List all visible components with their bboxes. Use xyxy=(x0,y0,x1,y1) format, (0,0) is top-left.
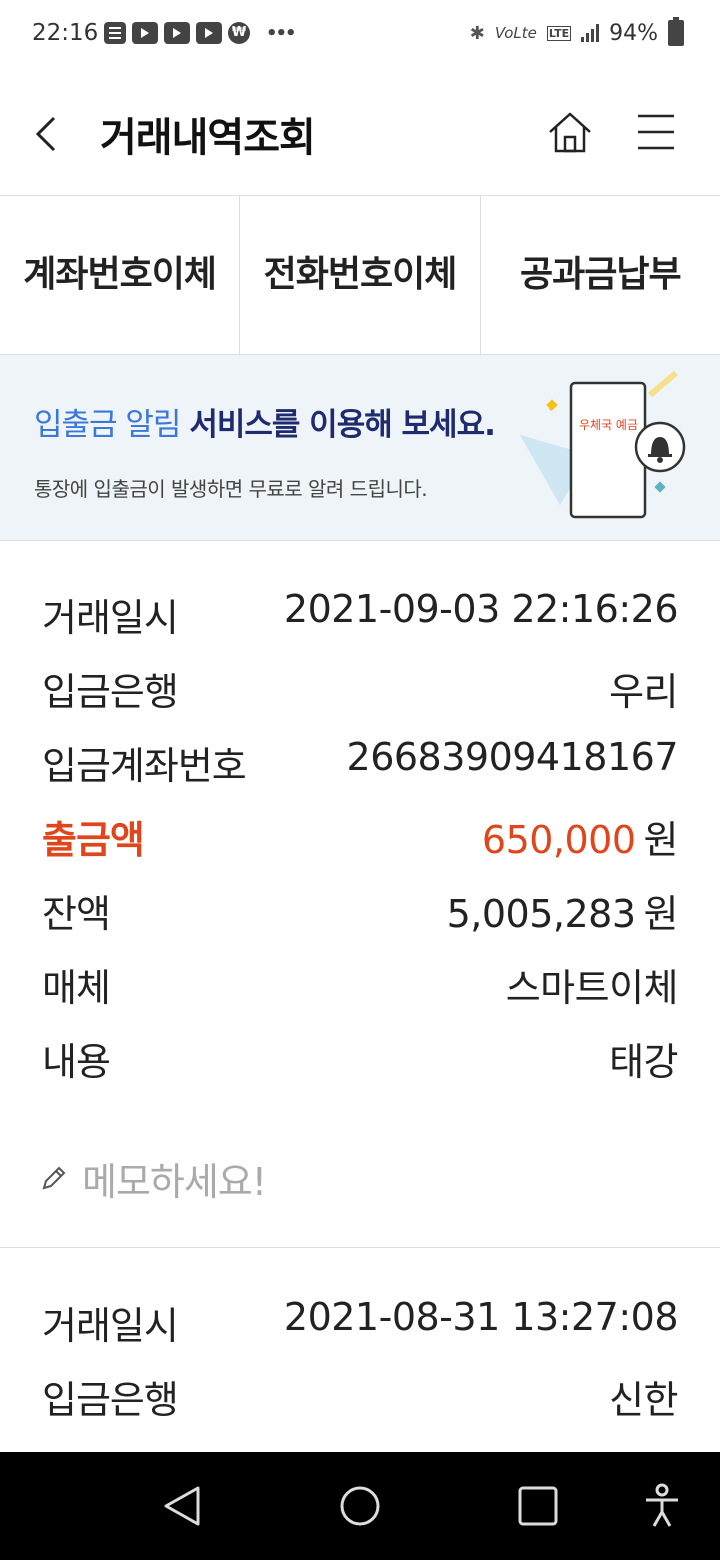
date-value: 2021-08-31 13:27:08 xyxy=(283,1295,679,1339)
bank-label: 입금은행 xyxy=(42,1378,179,1422)
lte-icon: LTE xyxy=(546,25,572,41)
balance-label: 잔액 xyxy=(42,892,111,936)
menu-button[interactable] xyxy=(636,112,676,152)
won-notification-icon: ₩ xyxy=(228,22,250,44)
balance-unit: 원 xyxy=(643,892,679,936)
menu-icon xyxy=(638,114,674,150)
account-transfer-button[interactable]: 계좌번호이체 xyxy=(0,196,241,354)
deposit-account-row: 입금계좌번호 26683909418167 xyxy=(42,735,679,788)
bank-value: 우리 xyxy=(609,670,678,714)
status-time: 22:16 xyxy=(32,20,99,46)
balance-row: 잔액 5,005,283 원 xyxy=(42,883,679,936)
volte-icon: VoLte xyxy=(494,24,537,42)
memo-button[interactable]: 메모하세요! xyxy=(40,1153,267,1204)
amount-number: 650,000 xyxy=(481,818,636,862)
date-value: 2021-09-03 22:16:26 xyxy=(283,587,679,631)
youtube-notification-icon xyxy=(164,22,190,44)
account-value: 26683909418167 xyxy=(346,735,679,779)
home-button[interactable] xyxy=(546,108,594,156)
date-label: 거래일시 xyxy=(42,1304,179,1348)
more-notifications-icon: ••• xyxy=(266,22,296,44)
notification-icons: ₩ ••• xyxy=(104,22,296,44)
youtube-notification-icon xyxy=(132,22,158,44)
transaction-divider xyxy=(0,1247,720,1248)
battery-icon xyxy=(668,17,684,46)
date-label: 거래일시 xyxy=(42,596,179,640)
medium-value: 스마트이체 xyxy=(505,966,679,1010)
utility-payment-button[interactable]: 공과금납부 xyxy=(481,196,720,354)
content-row: 내용 태강 xyxy=(42,1031,678,1084)
withdrawal-amount-row: 출금액 650,000 원 xyxy=(42,809,679,862)
bluetooth-icon: ✱ xyxy=(469,22,485,44)
content-label: 내용 xyxy=(42,1040,111,1084)
nav-back-icon[interactable] xyxy=(156,1480,208,1532)
nav-recents-icon[interactable] xyxy=(512,1480,564,1532)
message-notification-icon xyxy=(104,22,126,44)
phone-bell-illustration: 우체국 예금 xyxy=(520,370,686,519)
page-title: 거래내역조회 xyxy=(100,115,316,161)
banner-subtext: 통장에 입출금이 발생하면 무료로 알려 드립니다. xyxy=(34,477,428,501)
youtube-notification-icon xyxy=(196,22,222,44)
status-bar: 22:16 ₩ ••• ✱ VoLte LTE 94% xyxy=(0,0,720,72)
status-indicators: ✱ VoLte LTE 94% xyxy=(469,17,684,46)
accessibility-icon[interactable] xyxy=(636,1480,688,1532)
banner-headline-light: 입출금 알림 xyxy=(34,407,190,443)
phone-label: 우체국 예금 xyxy=(579,418,638,432)
transaction-date-row: 거래일시 2021-09-03 22:16:26 xyxy=(42,587,679,640)
signal-icon xyxy=(581,24,600,42)
deposit-bank-row: 입금은행 신한 xyxy=(42,1369,678,1422)
bank-value: 신한 xyxy=(609,1378,678,1422)
nav-home-icon[interactable] xyxy=(334,1480,386,1532)
balance-value: 5,005,283 원 xyxy=(446,883,679,938)
notification-service-banner[interactable]: 입출금 알림 서비스를 이용해 보세요. 통장에 입출금이 발생하면 무료로 알… xyxy=(0,355,720,541)
amount-value: 650,000 원 xyxy=(481,809,679,864)
amount-unit: 원 xyxy=(643,818,679,862)
content-value: 태강 xyxy=(609,1040,678,1084)
medium-label: 매체 xyxy=(42,966,111,1010)
phone-transfer-button[interactable]: 전화번호이체 xyxy=(240,196,481,354)
system-navigation-bar xyxy=(0,1452,720,1560)
deposit-bank-row: 입금은행 우리 xyxy=(42,661,678,714)
back-button[interactable] xyxy=(28,110,68,158)
balance-number: 5,005,283 xyxy=(446,892,636,936)
app-header: 거래내역조회 xyxy=(0,72,720,196)
bank-label: 입금은행 xyxy=(42,670,179,714)
memo-placeholder: 메모하세요! xyxy=(82,1159,267,1204)
quick-menu: 계좌번호이체 전화번호이체 공과금납부 xyxy=(0,196,720,355)
transaction-date-row: 거래일시 2021-08-31 13:27:08 xyxy=(42,1295,679,1348)
back-icon xyxy=(35,116,56,152)
home-icon xyxy=(549,112,591,153)
banner-headline: 입출금 알림 서비스를 이용해 보세요. xyxy=(34,399,496,444)
amount-label: 출금액 xyxy=(42,818,145,862)
banner-headline-bold: 서비스를 이용해 보세요. xyxy=(189,407,496,443)
account-label: 입금계좌번호 xyxy=(42,744,247,788)
battery-percent: 94% xyxy=(609,20,658,46)
medium-row: 매체 스마트이체 xyxy=(42,957,679,1010)
pencil-icon xyxy=(42,1166,66,1190)
